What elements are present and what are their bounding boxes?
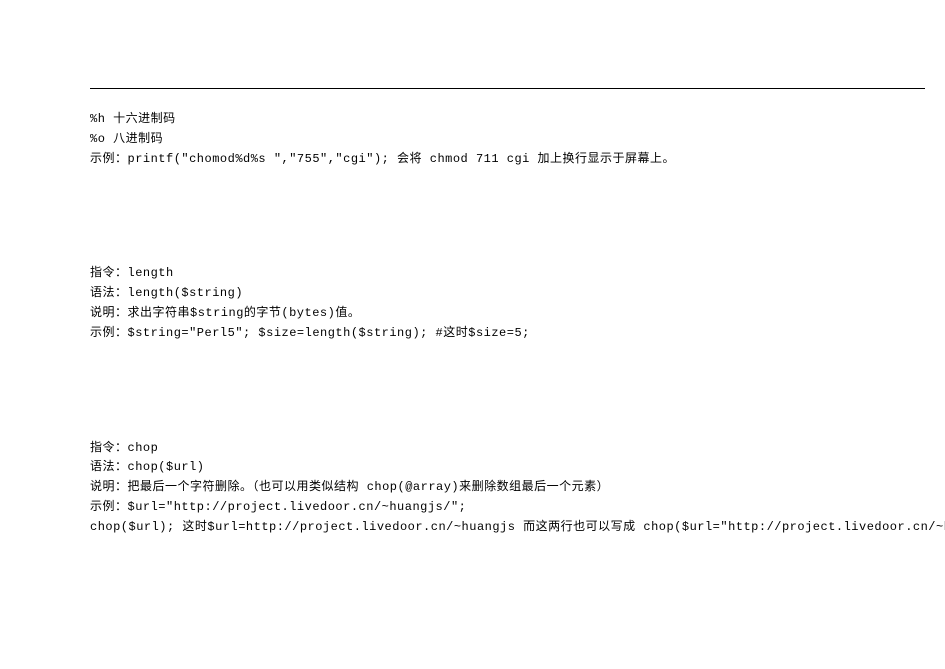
text-line: chop($url); 这时$url=http://project.livedo…: [90, 518, 855, 538]
text-line: 说明：求出字符串$string的字节(bytes)值。: [90, 304, 855, 324]
text-line: 语法：chop($url): [90, 458, 855, 478]
text-line: 示例：printf("chomod%d%s ","755","cgi"); 会将…: [90, 150, 855, 170]
document-body: %h 十六进制码 %o 八进制码 示例：printf("chomod%d%s "…: [90, 110, 855, 538]
text-line: %h 十六进制码: [90, 110, 855, 130]
document-page: %h 十六进制码 %o 八进制码 示例：printf("chomod%d%s "…: [0, 0, 945, 578]
text-line: 示例：$string="Perl5"; $size=length($string…: [90, 324, 855, 344]
code-block-length: 指令：length 语法：length($string) 说明：求出字符串$st…: [90, 264, 855, 343]
section-gap: [90, 169, 855, 264]
horizontal-rule: [90, 88, 925, 89]
code-block-printf: %h 十六进制码 %o 八进制码 示例：printf("chomod%d%s "…: [90, 110, 855, 169]
text-line: %o 八进制码: [90, 130, 855, 150]
code-block-chop: 指令：chop 语法：chop($url) 说明：把最后一个字符删除。（也可以用…: [90, 439, 855, 538]
text-line: 指令：chop: [90, 439, 855, 459]
text-line: 说明：把最后一个字符删除。（也可以用类似结构 chop(@array)来删除数组…: [90, 478, 855, 498]
text-line: 示例：$url="http://project.livedoor.cn/~hua…: [90, 498, 855, 518]
section-gap: [90, 344, 855, 439]
text-line: 语法：length($string): [90, 284, 855, 304]
text-line: 指令：length: [90, 264, 855, 284]
